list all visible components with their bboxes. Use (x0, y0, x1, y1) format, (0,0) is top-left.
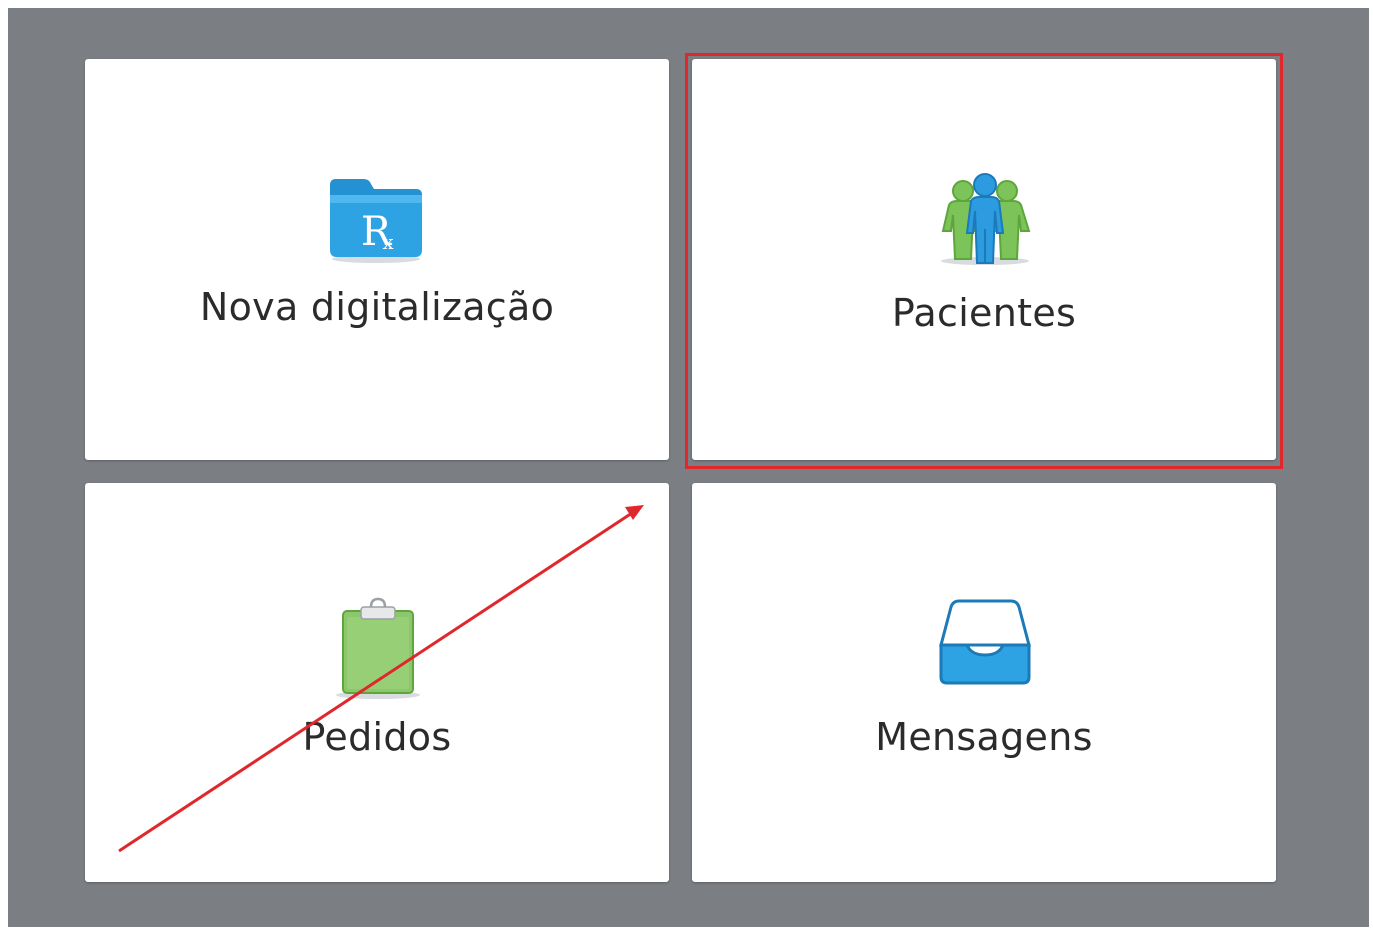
inbox-tray-icon (937, 597, 1033, 687)
tile-label: Pacientes (891, 291, 1077, 335)
tile-patients[interactable]: Pacientes (692, 59, 1276, 460)
app-home-screen: R x Nova digitalização Pacientes Pedidos… (8, 8, 1369, 927)
tile-messages[interactable]: Mensagens (692, 483, 1276, 882)
tile-label: Pedidos (302, 715, 452, 759)
tile-new-scan[interactable]: R x Nova digitalização (85, 59, 669, 460)
tile-orders[interactable]: Pedidos (85, 483, 669, 882)
rx-folder-icon: R x (328, 177, 424, 263)
clipboard-icon (333, 595, 423, 699)
tile-label: Nova digitalização (199, 285, 555, 329)
svg-text:x: x (382, 230, 394, 254)
tile-label: Mensagens (875, 715, 1093, 759)
patients-icon (937, 171, 1033, 267)
